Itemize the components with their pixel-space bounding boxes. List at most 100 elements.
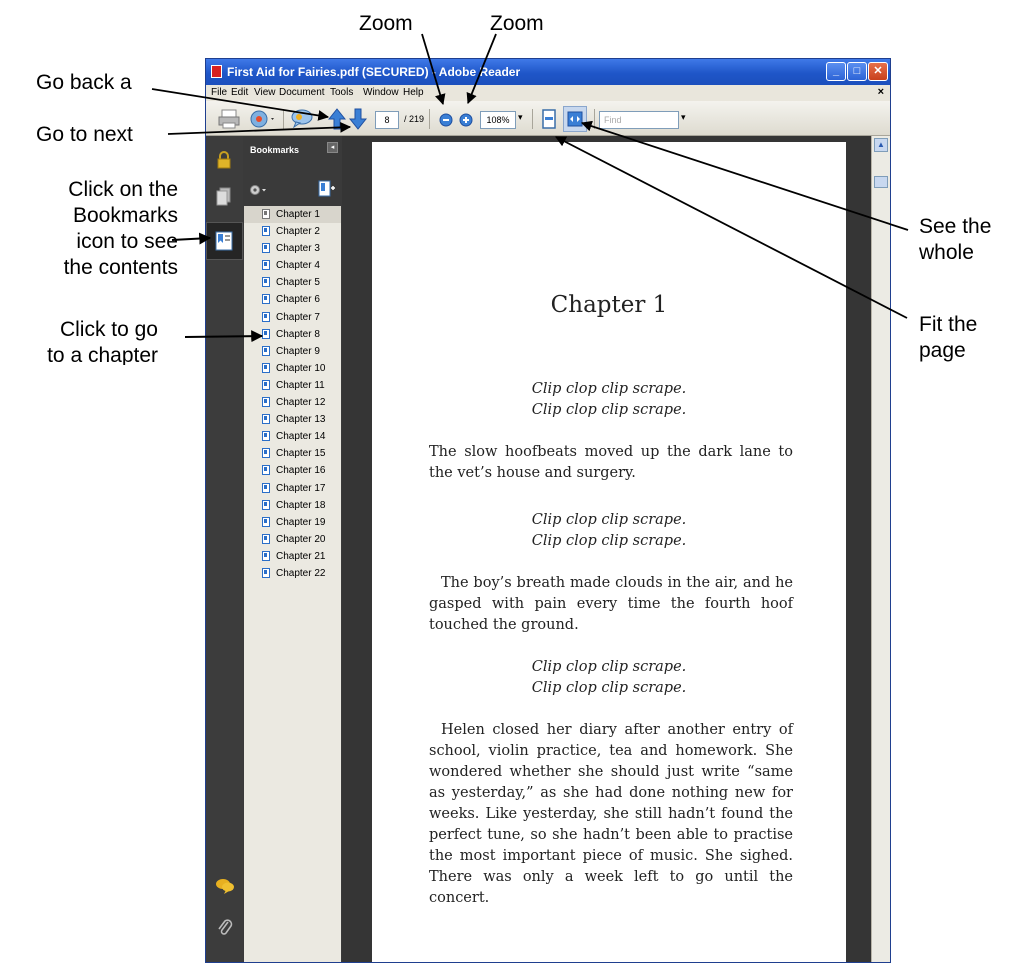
bookmark-item[interactable]: Chapter 2 bbox=[244, 223, 341, 240]
bookmark-item[interactable]: Chapter 21 bbox=[244, 548, 341, 565]
bookmark-label: Chapter 1 bbox=[276, 209, 320, 220]
bookmark-label: Chapter 20 bbox=[276, 533, 326, 545]
find-options-chevron-icon[interactable]: ▾ bbox=[681, 112, 686, 123]
title-bar[interactable]: First Aid for Fairies.pdf (SECURED) - Ad… bbox=[206, 59, 890, 85]
menu-view[interactable]: View bbox=[254, 87, 276, 98]
zoom-in-icon[interactable] bbox=[459, 113, 473, 127]
menu-help[interactable]: Help bbox=[403, 87, 424, 98]
bookmarks-annotation-line: icon to see bbox=[76, 230, 178, 253]
window-title: First Aid for Fairies.pdf (SECURED) - Ad… bbox=[227, 65, 521, 79]
find-input[interactable]: Find bbox=[599, 111, 679, 129]
document-close-button[interactable]: × bbox=[878, 86, 884, 98]
bookmark-item[interactable]: Chapter 18 bbox=[244, 497, 341, 514]
bookmark-item[interactable]: Chapter 5 bbox=[244, 274, 341, 291]
verse-block: Clip clop clip scrape. Clip clop clip sc… bbox=[372, 510, 846, 552]
pages-icon[interactable] bbox=[216, 187, 232, 207]
bookmark-item[interactable]: Chapter 11 bbox=[244, 377, 341, 394]
bookmark-page-icon bbox=[262, 567, 270, 578]
go-next-annotation: Go to next bbox=[36, 123, 133, 146]
bookmark-item[interactable]: Chapter 16 bbox=[244, 462, 341, 479]
page-total-label: / 219 bbox=[404, 114, 425, 124]
bookmarks-tab[interactable] bbox=[206, 222, 243, 260]
see-whole-annotation: See the whole bbox=[919, 214, 991, 266]
menu-edit[interactable]: Edit bbox=[231, 87, 248, 98]
options-gear-icon[interactable] bbox=[249, 184, 267, 196]
bookmark-item[interactable]: Chapter 10 bbox=[244, 360, 341, 377]
zoom-out-annotation: Zoom bbox=[359, 12, 413, 35]
bookmark-page-icon bbox=[262, 243, 270, 254]
menu-document[interactable]: Document bbox=[279, 87, 325, 98]
maximize-button[interactable]: □ bbox=[847, 62, 867, 81]
bookmark-label: Chapter 7 bbox=[276, 311, 320, 323]
bookmarks-header: Bookmarks ◂ bbox=[244, 136, 341, 172]
zoom-out-icon[interactable] bbox=[439, 113, 453, 127]
lock-icon[interactable] bbox=[216, 151, 232, 169]
navigation-pane-bar bbox=[206, 136, 243, 962]
bookmark-page-icon bbox=[262, 277, 270, 288]
bookmark-item[interactable]: Chapter 3 bbox=[244, 240, 341, 257]
new-bookmark-icon[interactable] bbox=[318, 180, 336, 198]
minimize-button[interactable]: _ bbox=[826, 62, 846, 81]
bookmark-item[interactable]: Chapter 22 bbox=[244, 565, 341, 582]
bookmark-item[interactable]: Chapter 7 bbox=[244, 309, 341, 326]
zoom-in-annotation: Zoom bbox=[490, 12, 544, 35]
collapse-panel-button[interactable]: ◂ bbox=[327, 142, 338, 153]
bookmarks-title: Bookmarks bbox=[250, 145, 300, 155]
bookmark-page-icon bbox=[262, 379, 270, 390]
next-page-arrow-icon[interactable] bbox=[349, 108, 367, 130]
chapter-annotation-line: Click to go bbox=[59, 318, 158, 341]
vertical-scrollbar[interactable]: ▲ bbox=[871, 136, 890, 962]
bookmark-page-icon bbox=[262, 311, 270, 322]
bookmark-label: Chapter 10 bbox=[276, 362, 326, 374]
bookmark-page-icon bbox=[262, 328, 270, 339]
menu-tools[interactable]: Tools bbox=[330, 87, 353, 98]
page-number-input[interactable]: 8 bbox=[375, 111, 399, 129]
fit-page-icon[interactable] bbox=[542, 109, 556, 129]
bookmark-label: Chapter 17 bbox=[276, 482, 326, 494]
bookmark-label: Chapter 5 bbox=[276, 277, 320, 289]
comments-icon[interactable] bbox=[215, 878, 235, 894]
scroll-thumb[interactable] bbox=[874, 176, 888, 188]
bookmark-label: Chapter 22 bbox=[276, 567, 326, 579]
paragraph: Helen closed her diary after another ent… bbox=[429, 722, 793, 906]
bookmark-page-icon bbox=[262, 482, 270, 493]
toolbar-separator bbox=[594, 109, 595, 129]
comment-icon[interactable] bbox=[290, 108, 314, 128]
verse-line: Clip clop clip scrape. bbox=[531, 512, 687, 528]
bookmark-item[interactable]: Chapter 4 bbox=[244, 257, 341, 274]
bookmark-page-icon bbox=[262, 533, 270, 544]
toolbar-separator bbox=[283, 109, 284, 129]
bookmark-item[interactable]: Chapter 9 bbox=[244, 343, 341, 360]
bookmark-item[interactable]: Chapter 8 bbox=[244, 326, 341, 343]
verse-line: Clip clop clip scrape. bbox=[531, 680, 687, 696]
bookmarks-annotation-line: Click on the bbox=[68, 178, 178, 201]
menu-file[interactable]: File bbox=[211, 87, 227, 98]
menu-window[interactable]: Window bbox=[363, 87, 399, 98]
attachments-icon[interactable] bbox=[217, 916, 233, 938]
bookmark-item[interactable]: Chapter 12 bbox=[244, 394, 341, 411]
fit-width-button[interactable] bbox=[563, 106, 587, 132]
bookmark-item[interactable]: Chapter 13 bbox=[244, 411, 341, 428]
page-setup-icon[interactable] bbox=[249, 107, 277, 129]
bookmark-item[interactable]: Chapter 6 bbox=[244, 291, 341, 308]
bookmark-item[interactable]: Chapter 20 bbox=[244, 531, 341, 548]
bookmark-page-icon bbox=[262, 345, 270, 356]
bookmark-label: Chapter 3 bbox=[276, 243, 320, 255]
scroll-up-button[interactable]: ▲ bbox=[874, 138, 888, 152]
bookmark-item[interactable]: Chapter 17 bbox=[244, 480, 341, 497]
toolbar: 8 / 219 108% ▾ Find ▾ bbox=[206, 101, 890, 136]
bookmark-label: Chapter 14 bbox=[276, 431, 326, 443]
print-icon[interactable] bbox=[218, 109, 240, 129]
bookmark-item[interactable]: Chapter 19 bbox=[244, 514, 341, 531]
bookmark-item[interactable]: Chapter 15 bbox=[244, 445, 341, 462]
zoom-level-select[interactable]: 108% bbox=[480, 111, 516, 129]
bookmarks-annotation-line: Bookmarks bbox=[72, 204, 178, 227]
previous-page-arrow-icon[interactable] bbox=[328, 108, 346, 130]
bookmarks-panel: Bookmarks ◂ Chapter 1 Chapter 2 Chapter 3 C… bbox=[244, 136, 341, 962]
bookmark-item[interactable]: Chapter 14 bbox=[244, 428, 341, 445]
close-button[interactable]: ✕ bbox=[868, 62, 888, 81]
bookmark-label: Chapter 11 bbox=[276, 379, 325, 391]
chevron-down-icon[interactable]: ▾ bbox=[518, 112, 523, 123]
bookmark-item[interactable]: Chapter 1 bbox=[244, 206, 341, 224]
verse-line: Clip clop clip scrape. bbox=[531, 402, 687, 418]
